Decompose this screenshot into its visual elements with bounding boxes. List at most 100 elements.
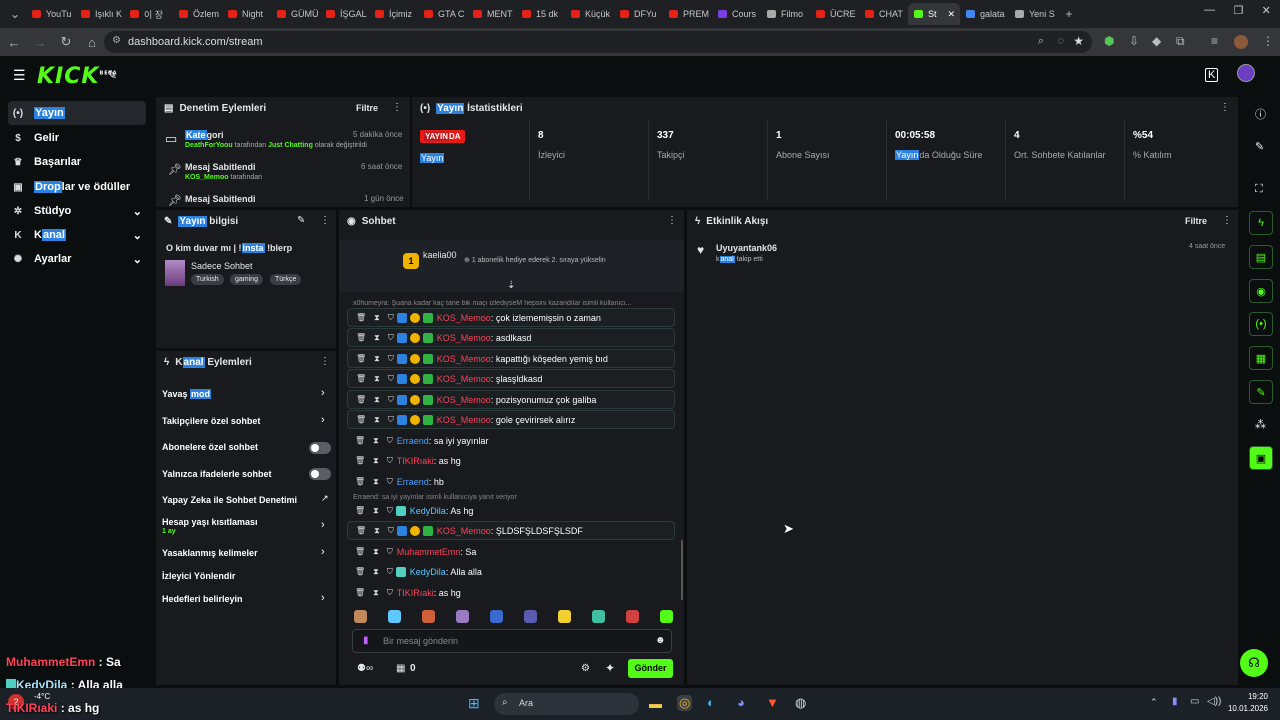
- chat-username[interactable]: KedyDila: [410, 567, 446, 577]
- chat-username[interactable]: TIKIRıaki: [397, 456, 434, 466]
- chevron-right-icon[interactable]: ›: [321, 387, 325, 399]
- scroll-down-icon[interactable]: ⇣: [507, 280, 515, 291]
- quick-action-broadcast[interactable]: (•): [1249, 312, 1273, 336]
- more-options-icon[interactable]: ⋮: [667, 215, 677, 226]
- chat-message[interactable]: 🗑︎ ⧗ ⛉ KOS_Memoo: çok izlememişsin o zaman: [347, 308, 675, 327]
- browser-tab[interactable]: PREM: [663, 3, 712, 25]
- viewer-redirect-item[interactable]: İzleyici Yönlendir: [162, 571, 235, 581]
- ban-icon[interactable]: ⛉: [388, 415, 394, 425]
- delete-icon[interactable]: 🗑︎: [356, 374, 366, 383]
- support-headset-icon[interactable]: ☊: [1240, 649, 1268, 677]
- quick-action-tools[interactable]: ✎: [1249, 380, 1273, 404]
- kick-gift-icon[interactable]: ✦: [605, 661, 615, 675]
- chat-username[interactable]: KOS_Memoo: [437, 415, 491, 425]
- eye-off-icon[interactable]: ◌: [1057, 35, 1064, 47]
- browser-tab[interactable]: ÜCRE: [810, 3, 859, 25]
- browser-tab[interactable]: Işıklı K: [75, 3, 124, 25]
- chat-username[interactable]: Erraend: [397, 477, 429, 487]
- more-options-icon[interactable]: ⋮: [320, 356, 330, 367]
- back-icon[interactable]: ←: [2, 30, 26, 54]
- timeout-icon[interactable]: ⧗: [373, 477, 379, 487]
- emote-icon[interactable]: [422, 610, 435, 623]
- ban-icon[interactable]: ⛉: [387, 547, 393, 557]
- chat-message[interactable]: 🗑︎ ⧗ ⛉ KedyDila: Alla alla: [347, 562, 675, 581]
- delete-icon[interactable]: 🗑︎: [356, 415, 366, 424]
- nav-gelir[interactable]: $ Gelir: [8, 126, 146, 150]
- microphone-icon[interactable]: ▮: [363, 635, 369, 646]
- ban-icon[interactable]: ⛉: [387, 506, 393, 516]
- chevron-right-icon[interactable]: ›: [321, 414, 325, 426]
- browser-tab[interactable]: GTA C: [418, 3, 467, 25]
- timeout-icon[interactable]: ⧗: [373, 547, 379, 557]
- browser-tab[interactable]: Küçük: [565, 3, 614, 25]
- quick-action-inbox[interactable]: ▦: [1249, 346, 1273, 370]
- close-window-icon[interactable]: ✕: [1262, 4, 1271, 17]
- ban-icon[interactable]: ⛉: [387, 567, 393, 577]
- quick-action-notes[interactable]: ▤: [1249, 245, 1273, 269]
- quick-action-chat[interactable]: ◉: [1249, 279, 1273, 303]
- tray-chevron-icon[interactable]: ⌃: [1150, 697, 1158, 708]
- browser-tab[interactable]: Özlem: [173, 3, 222, 25]
- timeout-icon[interactable]: ⧗: [373, 436, 379, 446]
- browser-tab[interactable]: İŞGAL: [320, 3, 369, 25]
- network-icon[interactable]: ▭: [1190, 696, 1199, 707]
- new-tab-button[interactable]: +: [1058, 3, 1080, 25]
- file-explorer-icon[interactable]: ▬: [649, 696, 662, 711]
- timeout-icon[interactable]: ⧗: [374, 313, 380, 323]
- delete-icon[interactable]: 🗑︎: [355, 567, 365, 576]
- send-button[interactable]: Gönder: [628, 659, 673, 678]
- download-extension-icon[interactable]: ⇩: [1129, 34, 1139, 48]
- delete-icon[interactable]: 🗑︎: [356, 313, 366, 322]
- quick-action-gift[interactable]: ▣: [1249, 446, 1273, 470]
- pinned-user[interactable]: kaelia00: [423, 250, 457, 260]
- chat-username[interactable]: Erraend: [397, 436, 429, 446]
- account-age-item[interactable]: Hesap yaşı kısıtlaması: [162, 517, 258, 527]
- chat-message[interactable]: 🗑︎ ⧗ ⛉ TIKIRıaki: as hg: [347, 583, 675, 602]
- clock-time[interactable]: 19:20: [1230, 692, 1268, 701]
- chat-message[interactable]: 🗑︎ ⧗ ⛉ Erraend: hb: [347, 472, 675, 491]
- browser-tab[interactable]: MENT: [467, 3, 516, 25]
- chat-username[interactable]: KOS_Memoo: [437, 374, 491, 384]
- delete-icon[interactable]: 🗑︎: [356, 354, 366, 363]
- browser-tab[interactable]: Filmo: [761, 3, 810, 25]
- brave-icon[interactable]: ▼: [766, 695, 779, 710]
- ban-icon[interactable]: ⛉: [387, 588, 393, 598]
- emote-only-toggle[interactable]: [309, 468, 331, 480]
- media-control-icon[interactable]: ≡: [1211, 34, 1218, 48]
- profile-avatar[interactable]: [1234, 35, 1248, 49]
- browser-tab[interactable]: İçimiz: [369, 3, 418, 25]
- chat-username[interactable]: KOS_Memoo: [437, 526, 491, 536]
- more-options-icon[interactable]: ⋮: [1220, 102, 1230, 113]
- edit-icon[interactable]: ✎: [297, 215, 305, 226]
- chat-input[interactable]: ▮ Bir mesaj gönderin ☻: [352, 629, 672, 653]
- forward-icon[interactable]: →: [28, 30, 52, 54]
- timeout-icon[interactable]: ⧗: [374, 415, 380, 425]
- delete-icon[interactable]: 🗑︎: [356, 526, 366, 535]
- emote-icon[interactable]: [524, 610, 537, 623]
- nav-kanal[interactable]: K Kanal ⌄: [8, 223, 146, 247]
- chest-icon[interactable]: ▦: [396, 663, 405, 674]
- chat-message[interactable]: 🗑︎ ⧗ ⛉ MuhammetEmn: Sa: [347, 542, 675, 561]
- emoji-icon[interactable]: ☻: [655, 635, 666, 646]
- weather-temp[interactable]: -4°C: [34, 692, 50, 701]
- points-icon[interactable]: ⚉∞: [357, 663, 373, 674]
- ban-icon[interactable]: ⛉: [387, 456, 393, 466]
- edit-icon[interactable]: ✎: [1255, 140, 1264, 153]
- timeout-icon[interactable]: ⧗: [374, 354, 380, 364]
- more-options-icon[interactable]: ⋮: [392, 102, 402, 113]
- ban-icon[interactable]: ⛉: [388, 333, 394, 343]
- edge-icon[interactable]: ◐: [707, 695, 715, 710]
- delete-icon[interactable]: 🗑︎: [355, 477, 365, 486]
- tab-search-icon[interactable]: ⌄: [4, 3, 26, 25]
- emote-icon[interactable]: [558, 610, 571, 623]
- chat-username[interactable]: MuhammetEmn: [397, 547, 461, 557]
- chevron-right-icon[interactable]: ›: [321, 546, 325, 558]
- studio-icon[interactable]: K: [1205, 68, 1219, 82]
- ban-icon[interactable]: ⛉: [388, 313, 394, 323]
- emote-icon[interactable]: [490, 610, 503, 623]
- minimize-icon[interactable]: —: [1204, 4, 1215, 17]
- pin-tool-icon[interactable]: ✎: [107, 68, 117, 82]
- ban-icon[interactable]: ⛉: [387, 436, 393, 446]
- tray-mic-icon[interactable]: ▮: [1172, 696, 1178, 707]
- close-tab-icon[interactable]: ✕: [948, 9, 956, 20]
